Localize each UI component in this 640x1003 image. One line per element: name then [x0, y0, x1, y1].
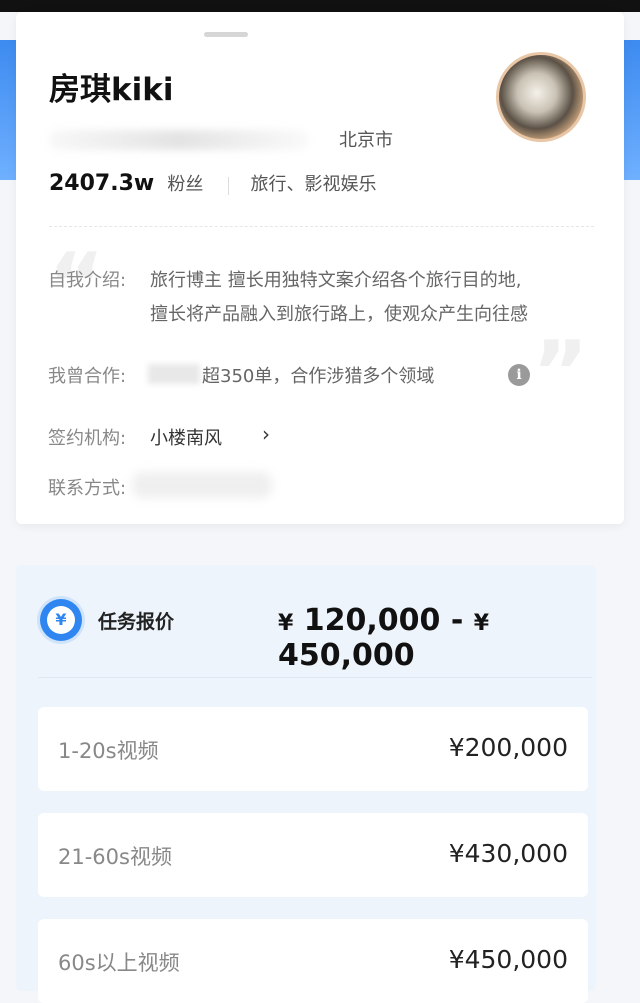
redacted-text [49, 130, 309, 150]
yen-coin-icon: ¥ [40, 599, 82, 641]
price-row[interactable]: 60s以上视频 ¥450,000 [38, 919, 588, 1003]
redacted-contact [132, 472, 272, 498]
price-row-value: ¥430,000 [448, 839, 568, 868]
coop-label: 我曾合作: [48, 366, 127, 387]
price-row[interactable]: 1-20s视频 ¥200,000 [38, 707, 588, 791]
price-range: ¥ 120,000 - ¥ 450,000 [278, 603, 490, 673]
quote-close-icon: ” [532, 323, 589, 423]
chevron-right-icon[interactable]: › [262, 422, 270, 446]
contact-label: 联系方式: [48, 478, 127, 499]
divider [49, 226, 594, 227]
profile-name: 房琪kiki [49, 72, 174, 108]
price-range-max: 450,000 [278, 638, 415, 673]
followers-label: 粉丝 [167, 174, 204, 195]
status-bar [0, 0, 640, 12]
pricing-title: 任务报价 [98, 611, 175, 633]
location-row: 北京市 [49, 124, 409, 154]
redacted-text [148, 364, 200, 384]
followers-count: 2407.3w [49, 171, 155, 196]
price-range-min: 120,000 [303, 603, 441, 638]
currency-symbol: ¥ [473, 611, 490, 636]
avatar[interactable] [496, 52, 586, 142]
location: 北京市 [339, 130, 393, 151]
price-row-label: 21-60s视频 [58, 845, 172, 869]
profile-card: 房琪kiki 北京市 2407.3w 粉丝 旅行、影视娱乐 “ ” 自我介绍: … [16, 12, 624, 524]
price-row-value: ¥450,000 [448, 945, 568, 974]
intro-label: 自我介绍: [48, 270, 127, 291]
intro-line-1: 旅行博主 擅长用独特文案介绍各个旅行目的地, [150, 270, 522, 291]
price-row-value: ¥200,000 [448, 733, 568, 762]
separator [228, 176, 230, 195]
currency-symbol: ¥ [278, 611, 294, 636]
intro-line-2: 擅长将产品融入到旅行路上，使观众产生向往感 [150, 304, 528, 325]
org-label: 签约机构: [48, 428, 127, 449]
price-row[interactable]: 21-60s视频 ¥430,000 [38, 813, 588, 897]
price-row-label: 1-20s视频 [58, 739, 159, 763]
divider [38, 677, 592, 678]
pricing-panel: ¥ 任务报价 ¥ 120,000 - ¥ 450,000 1-20s视频 ¥20… [16, 565, 596, 1003]
coop-value: 超350单，合作涉猎多个领域 [202, 366, 435, 387]
stats-row: 2407.3w 粉丝 旅行、影视娱乐 [49, 170, 589, 204]
org-link[interactable]: 小楼南风 [150, 424, 222, 450]
drag-handle[interactable] [204, 32, 248, 37]
info-icon[interactable]: i [508, 364, 530, 386]
price-row-label: 60s以上视频 [58, 951, 180, 975]
category: 旅行、影视娱乐 [250, 174, 377, 195]
